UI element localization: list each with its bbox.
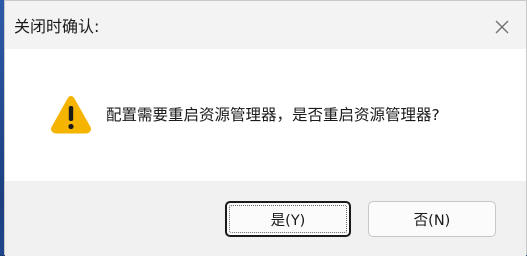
close-button[interactable] — [488, 13, 516, 41]
yes-button[interactable]: 是(Y) — [225, 201, 351, 237]
dialog-body: 配置需要重启资源管理器，是否重启资源管理器? — [5, 49, 526, 181]
title-bar: 关闭时确认: — [5, 1, 526, 49]
no-button[interactable]: 否(N) — [368, 201, 496, 237]
dialog-footer: 是(Y) 否(N) — [5, 181, 526, 256]
confirm-dialog: 关闭时确认: 配置需要重启资源管理器，是否重启资源管理器? 是(Y) 否(N) — [4, 0, 527, 256]
close-icon — [495, 20, 509, 34]
yes-button-label: 是(Y) — [270, 212, 306, 229]
dialog-title: 关闭时确认: — [14, 17, 100, 36]
no-button-label: 否(N) — [413, 212, 451, 229]
dialog-message: 配置需要重启资源管理器，是否重启资源管理器? — [106, 106, 440, 124]
warning-icon — [51, 96, 91, 134]
